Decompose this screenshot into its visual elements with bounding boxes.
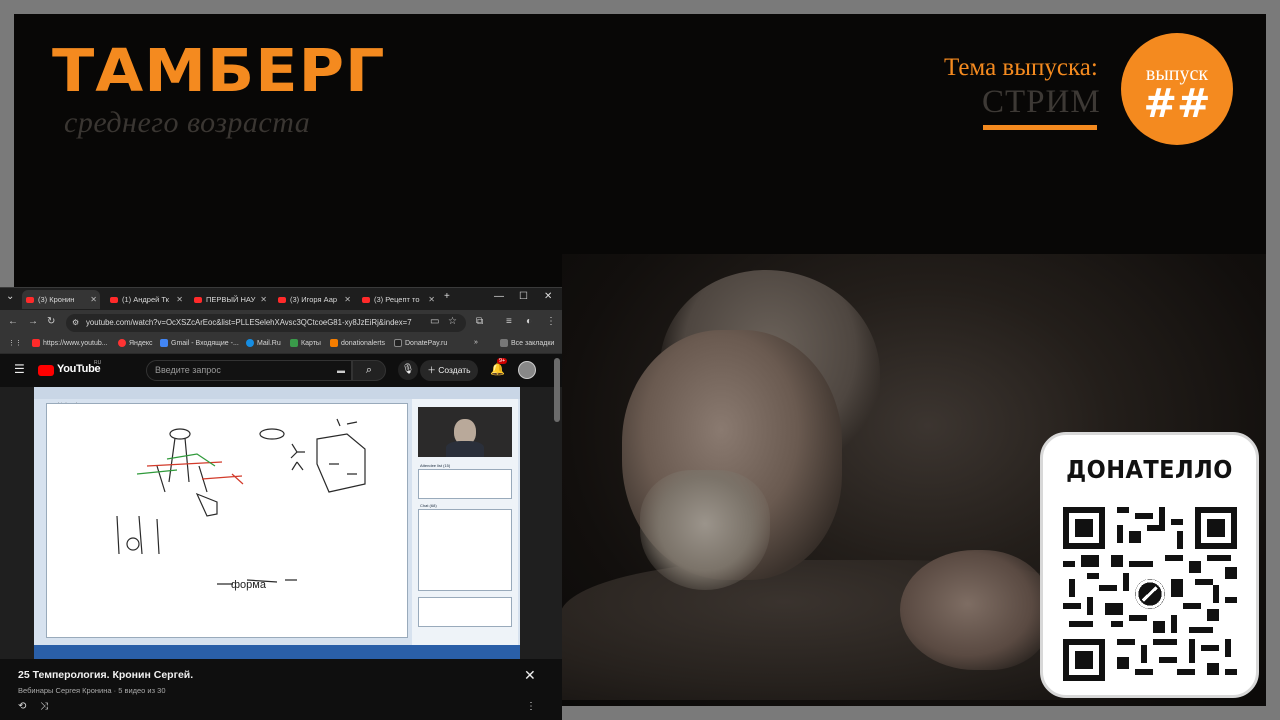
search-input[interactable]: Введите запрос ▬ [146, 360, 352, 381]
close-tab-icon[interactable]: ✕ [176, 295, 183, 304]
apps-icon[interactable]: ⋮⋮ [8, 339, 22, 347]
avatar[interactable] [518, 361, 536, 379]
browser-window: ⌄ (3) Кронин ✕ (1) Андрей Тк ✕ ПЕРВЫЙ НА… [0, 287, 562, 720]
new-tab-icon[interactable]: + [444, 291, 450, 302]
tab-item[interactable]: (3) Рецепт то ✕ [358, 290, 438, 309]
menu-icon[interactable]: ⋮ [546, 316, 556, 327]
qr-code-icon [1063, 507, 1237, 681]
tab-label: (1) Андрей Тк [122, 295, 169, 304]
bookmarks-bar: ⋮⋮ https://www.youtub... Яндекс Gmail - … [0, 336, 562, 354]
search-button[interactable]: ⌕ [352, 360, 386, 381]
notifications-count: 9+ [497, 358, 508, 364]
bookmark-item[interactable]: Карты [290, 339, 321, 347]
bookmark-item[interactable]: donationalerts [330, 339, 385, 347]
topic-value: СТРИМ [982, 84, 1101, 120]
webcam-person-hand [900, 550, 1050, 670]
webinar-toolbar [34, 387, 520, 399]
url-text: youtube.com/watch?v=OcXSZcArEoc&list=PLL… [86, 318, 412, 327]
close-window-icon[interactable]: ✕ [544, 291, 552, 302]
tab-item[interactable]: ПЕРВЫЙ НАУ ✕ [190, 290, 270, 309]
bookmark-item[interactable]: Gmail - Входящие -... [160, 339, 239, 347]
site-info-icon[interactable]: ⚙ [72, 318, 79, 327]
webcam-person-beard [640, 470, 770, 590]
show-logo-title: ТАМБЕРГ [52, 35, 386, 106]
presenter-video [418, 407, 512, 457]
tab-label: (3) Кронин [38, 295, 75, 304]
chat-panel [418, 509, 512, 591]
shuffle-icon[interactable]: ⤨ [40, 701, 48, 712]
repeat-icon[interactable]: ⟲ [18, 701, 26, 712]
close-tab-icon[interactable]: ✕ [344, 295, 351, 304]
voice-search-icon[interactable]: 🎙 [398, 360, 418, 380]
tab-item[interactable]: (3) Игоря Аар ✕ [274, 290, 354, 309]
video-info: 25 Темперология. Кронин Сергей. Вебинары… [0, 659, 562, 720]
bookmark-star-icon[interactable]: ☆ [448, 316, 457, 327]
show-logo-subtitle: среднего возраста [64, 106, 311, 139]
tab-active[interactable]: (3) Кронин ✕ [22, 290, 100, 309]
search-placeholder: Введите запрос [155, 365, 221, 375]
tab-bar: ⌄ (3) Кронин ✕ (1) Андрей Тк ✕ ПЕРВЫЙ НА… [0, 288, 562, 310]
tab-search-icon[interactable]: ⌄ [6, 291, 14, 302]
address-bar: ← → ↻ youtube.com/watch?v=OcXSZcArEoc&li… [0, 310, 562, 336]
attendee-list-label: Attendee list (15) [420, 463, 451, 468]
youtube-favicon-icon [278, 296, 286, 303]
bookmark-item[interactable]: Mail.Ru [246, 339, 281, 347]
forward-icon[interactable]: → [28, 316, 38, 327]
donate-title: ДОНАТЕЛЛО [1066, 455, 1233, 484]
chat-label: Chat (68) [420, 503, 437, 508]
bookmark-item[interactable]: Яндекс [118, 339, 153, 347]
donate-card: ДОНАТЕЛЛО [1040, 432, 1259, 698]
keyboard-icon[interactable]: ▬ [337, 361, 345, 380]
tab-groups-icon[interactable]: ≡ [506, 316, 512, 327]
close-tab-icon[interactable]: ✕ [428, 295, 435, 304]
youtube-logo-icon[interactable] [38, 365, 54, 376]
all-bookmarks[interactable]: Все закладки [500, 339, 554, 347]
tab-label: (3) Рецепт то [374, 295, 420, 304]
topic-label: Тема выпуска: [944, 54, 1098, 81]
chat-input [418, 597, 512, 627]
back-icon[interactable]: ← [8, 316, 18, 327]
bookmark-item[interactable]: DonatePay.ru [394, 339, 447, 347]
page-scrollbar[interactable] [554, 358, 560, 422]
video-title: 25 Темперология. Кронин Сергей. [18, 669, 194, 681]
hamburger-menu-icon[interactable]: ☰ [14, 362, 25, 376]
more-bookmarks-icon[interactable]: » [474, 339, 478, 346]
close-tab-icon[interactable]: ✕ [260, 295, 267, 304]
more-options-icon[interactable]: ⋮ [526, 701, 536, 712]
youtube-header: ☰ YouTube RU Введите запрос ▬ ⌕ 🎙 ＋ Созд… [0, 354, 562, 387]
youtube-favicon-icon [26, 296, 34, 303]
episode-number: ## [1143, 80, 1211, 127]
close-playlist-icon[interactable]: ✕ [524, 667, 536, 684]
extensions-icon[interactable]: ⧉ [476, 316, 483, 327]
notifications-bell-icon[interactable]: 🔔 [490, 362, 505, 376]
whiteboard-sketch: форма [116, 418, 366, 591]
youtube-favicon-icon [362, 296, 370, 303]
profile-icon[interactable]: ◐ [526, 316, 532, 327]
youtube-favicon-icon [110, 296, 118, 303]
maximize-icon[interactable]: ☐ [519, 291, 528, 302]
video-player[interactable]: Whiteboard 1 [34, 387, 520, 659]
url-input[interactable]: youtube.com/watch?v=OcXSZcArEoc&list=PLL… [66, 314, 466, 332]
episode-badge: выпуск ## [1121, 33, 1233, 145]
whiteboard: форма [46, 403, 408, 638]
close-tab-icon[interactable]: ✕ [90, 295, 97, 304]
playlist-info: Вебинары Сергея Кронина · 5 видео из 30 [18, 686, 166, 695]
webinar-sidebar: Attendee list (15) Chat (68) [412, 399, 518, 647]
reload-icon[interactable]: ↻ [47, 316, 55, 327]
tab-label: ПЕРВЫЙ НАУ [206, 295, 256, 304]
tab-label: (3) Игоря Аар [290, 295, 338, 304]
create-button[interactable]: ＋ Создать [420, 360, 478, 381]
attendee-list [418, 469, 512, 499]
minimize-icon[interactable]: — [494, 291, 504, 302]
youtube-favicon-icon [194, 296, 202, 303]
stream-screen: ТАМБЕРГ среднего возраста Тема выпуска: … [0, 0, 1280, 720]
cast-icon[interactable]: ▭ [430, 316, 439, 327]
sketch-word: форма [231, 579, 267, 591]
topic-underline [983, 125, 1097, 130]
tab-item[interactable]: (1) Андрей Тк ✕ [106, 290, 186, 309]
windows-taskbar [34, 645, 520, 659]
bookmark-item[interactable]: https://www.youtub... [32, 339, 108, 347]
youtube-region: RU [94, 360, 102, 366]
